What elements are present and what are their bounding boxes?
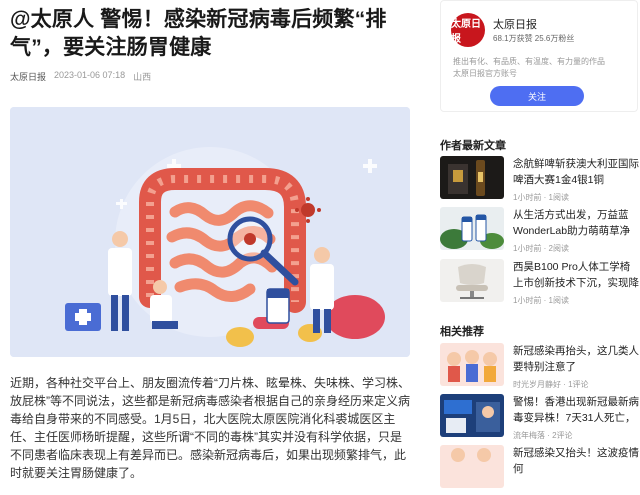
cartoon-people-image [440,343,504,386]
article-region: 山西 [133,72,152,82]
author-avatar[interactable]: 太原日报 [451,13,485,47]
latest-item-thumbnail[interactable] [440,207,504,250]
latest-item-meta: 1小时前 · 1阅读 [513,296,570,305]
related-item-thumbnail[interactable] [440,445,504,488]
related-item-thumbnail[interactable] [440,343,504,386]
latest-item-1[interactable]: 念航鲜啤斩获澳大利亚国际啤酒大赛1金4银1铜 1小时前 · 1阅读 [440,156,640,206]
latest-item-3[interactable]: 西昊B100 Pro人体工学椅上市创新技术下沉，实现降腰护脊 1小时前 · 1阅… [440,259,640,309]
latest-item-meta: 1小时前 · 2阅读 [513,244,570,253]
office-chair-image [440,259,504,302]
latest-item-title[interactable]: 西昊B100 Pro人体工学椅上市创新技术下沉，实现降腰护脊 [513,259,640,291]
latest-item-2[interactable]: 从生活方式出发，万益蓝WonderLab助力萌萌草净肝股份 1小时前 · 2阅读 [440,207,640,257]
author-desc-line2: 太原日报官方账号 [453,69,517,78]
latest-item-title[interactable]: 念航鲜啤斩获澳大利亚国际啤酒大赛1金4银1铜 [513,156,640,188]
related-heading: 相关推荐 [440,326,484,338]
author-desc-line1: 推出有化、有品质、有温度、有力量的作品 [453,57,605,66]
author-card: 太原日报 太原日报 68.1万获赞 25.6万粉丝 推出有化、有品质、有温度、有… [440,0,638,112]
related-item-1[interactable]: 新冠感染再抬头，这几类人要特别注意了 时光岁月静好 · 1评论 [440,343,640,393]
cartoon-image [440,445,504,488]
related-item-title[interactable]: 新冠感染又抬头！这波疫情何 [513,445,640,477]
article-title: @太原人 警惕！感染新冠病毒后频繁“排气”，要关注肠胃健康 [10,8,387,59]
article-datetime: 2023-01-06 07:18 [54,70,126,80]
article: @太原人 警惕！感染新冠病毒后频繁“排气”，要关注肠胃健康 太原日报 2023-… [10,0,410,480]
article-body: 近期，各种社交平台上、朋友圈流传着“刀片株、眩晕株、失味株、学习株、放屁株”等不… [10,376,410,480]
latest-item-meta: 1小时前 · 1阅读 [513,193,570,202]
follow-button[interactable]: 关注 [490,86,584,106]
latest-item-thumbnail[interactable] [440,156,504,199]
related-item-title[interactable]: 新冠感染再抬头，这几类人要特别注意了 [513,343,640,375]
related-item-title[interactable]: 警惕！香港出现新冠最新病毒变异株！7天31人死亡，正… [513,394,640,426]
latest-item-title[interactable]: 从生活方式出发，万益蓝WonderLab助力萌萌草净肝股份 [513,207,640,239]
hero-illustration [10,107,410,357]
author-description: 推出有化、有品质、有温度、有力量的作品 太原日报官方账号 [453,56,633,80]
related-item-meta: 流年梅落 · 2评论 [513,431,573,440]
related-item-meta: 时光岁月静好 · 1评论 [513,380,589,389]
beer-bottle-image [440,156,504,199]
latest-item-thumbnail[interactable] [440,259,504,302]
supplement-bottles-image [440,207,504,250]
article-source[interactable]: 太原日报 [10,70,46,83]
author-stats: 68.1万获赞 25.6万粉丝 [493,34,575,43]
intestine-illustration [10,107,410,357]
author-latest-heading: 作者最新文章 [440,140,506,152]
author-name[interactable]: 太原日报 [493,16,537,32]
hong-kong-news-image [440,394,504,437]
related-item-3[interactable]: 新冠感染又抬头！这波疫情何 [440,445,640,495]
related-item-thumbnail[interactable] [440,394,504,437]
sidebar: 太原日报 太原日报 68.1万获赞 25.6万粉丝 推出有化、有品质、有温度、有… [440,0,640,488]
related-item-2[interactable]: 警惕！香港出现新冠最新病毒变异株！7天31人死亡，正… 流年梅落 · 2评论 [440,394,640,444]
article-meta: 太原日报 2023-01-06 07:18 山西 [10,70,410,83]
